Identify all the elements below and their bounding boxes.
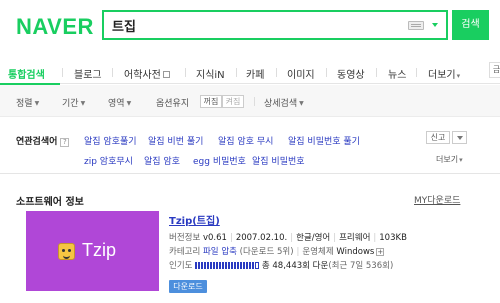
- tab-divider: [62, 68, 63, 77]
- os-label: 운영체제: [302, 247, 334, 257]
- popularity-bar-remainder: [255, 262, 260, 269]
- software-name-link[interactable]: Tzip(트집): [169, 212, 220, 227]
- related-link[interactable]: 알집 비밀번호 풀기: [288, 134, 360, 147]
- tab-kin[interactable]: 지식iN: [196, 66, 225, 81]
- detail-search-option[interactable]: 상세검색 ▼: [264, 96, 304, 109]
- related-more[interactable]: 더보기▾: [436, 154, 463, 165]
- related-searches: 연관검색어? 알집 암호풀기 알집 비번 풀기 알집 암호 무시 알집 비밀번호…: [0, 118, 500, 174]
- category-link[interactable]: 파일 압축: [203, 247, 237, 257]
- related-link[interactable]: 알집 비번 풀기: [148, 134, 203, 147]
- tab-more[interactable]: 더보기▾: [428, 66, 460, 81]
- keyboard-icon[interactable]: [408, 21, 424, 30]
- nav-side-button[interactable]: 금: [489, 62, 500, 78]
- tab-divider: [185, 68, 186, 77]
- release-date: 2007.02.10.: [235, 233, 288, 243]
- tab-divider: [112, 68, 113, 77]
- report-button[interactable]: 신고: [426, 131, 450, 144]
- total-downloads: 총 48,443회 다운: [261, 261, 329, 271]
- thumbnail-label: Tzip: [82, 240, 117, 260]
- tab-image[interactable]: 이미지: [287, 66, 315, 81]
- popularity-row: 인기도 총 48,443회 다운(최근 7일 536회): [169, 259, 393, 271]
- version-row: 버전정보 v0.61 | 2007.02.10. | 한글/영어 | 프리웨어 | 103KB: [169, 233, 407, 243]
- category-rank: (다운로드 5위): [239, 247, 294, 257]
- tab-divider: [276, 68, 277, 77]
- sort-option[interactable]: 정렬 ▼: [16, 96, 39, 109]
- chevron-down-icon: ▼: [126, 100, 132, 107]
- tab-video[interactable]: 동영상: [337, 66, 365, 81]
- recent-downloads: (최근 7일 536회): [328, 261, 394, 271]
- period-option[interactable]: 기간 ▼: [62, 96, 85, 109]
- option-keep-on-button[interactable]: 켜짐: [222, 95, 244, 108]
- chevron-down-icon: ▼: [299, 100, 304, 107]
- option-keep-label: 옵션유지: [156, 99, 190, 109]
- tab-dictionary[interactable]: 어학사전: [124, 66, 170, 81]
- popularity-bar: [195, 262, 256, 269]
- tab-news[interactable]: 뉴스: [388, 66, 406, 81]
- my-download-link[interactable]: MY다운로드: [414, 193, 460, 206]
- related-link[interactable]: 알집 비밀번호: [252, 154, 305, 167]
- section-title: 소프트웨어 정보: [16, 197, 84, 208]
- chevron-down-icon: ▾: [456, 72, 461, 80]
- tab-divider: [376, 68, 377, 77]
- tab-integrated[interactable]: 통합검색: [8, 66, 45, 81]
- chevron-down-icon: ▾: [459, 156, 463, 164]
- search-box[interactable]: [102, 10, 448, 40]
- area-label: 영역: [108, 99, 125, 109]
- expand-related-button[interactable]: [452, 131, 467, 144]
- related-link[interactable]: 알집 암호풀기: [84, 134, 137, 147]
- naver-logo[interactable]: NAVER: [16, 14, 94, 40]
- tab-dictionary-label: 어학사전: [124, 70, 161, 81]
- version-label: 버전정보: [169, 233, 201, 243]
- related-link[interactable]: egg 비밀번호: [193, 154, 246, 167]
- search-input[interactable]: [112, 16, 392, 34]
- software-thumbnail[interactable]: Tzip: [26, 211, 159, 291]
- period-label: 기간: [62, 99, 79, 109]
- related-searches-title: 연관검색어?: [16, 134, 70, 147]
- tab-divider: [236, 68, 237, 77]
- search-tabs: 통합검색 블로그 어학사전 지식iN 카페 이미지 동영상 뉴스 더보기▾ 금: [0, 60, 500, 85]
- help-icon[interactable]: ?: [60, 138, 70, 147]
- related-link[interactable]: 알집 암호 무시: [218, 134, 273, 147]
- category-row: 카테고리 파일 압축 (다운로드 5위) | 운영체제 Windows +: [169, 247, 385, 257]
- language-value: 한글/영어: [296, 233, 331, 243]
- version-value: v0.61: [202, 233, 227, 243]
- os-more-button[interactable]: +: [376, 248, 385, 256]
- related-link[interactable]: 알집 암호: [144, 154, 180, 167]
- tab-divider: [326, 68, 327, 77]
- tab-divider: [416, 68, 417, 77]
- search-button[interactable]: 검색: [452, 10, 489, 40]
- autocomplete-toggle-icon[interactable]: [432, 23, 438, 27]
- file-size: 103KB: [379, 233, 407, 243]
- header: NAVER 검색: [0, 0, 500, 50]
- dictionary-icon: [162, 71, 170, 78]
- tab-more-label: 더보기: [428, 70, 456, 81]
- os-value: Windows: [336, 247, 375, 257]
- tzip-app-icon: [58, 243, 75, 260]
- option-keep-off-button[interactable]: 꺼짐: [200, 95, 222, 108]
- chevron-down-icon: ▼: [34, 100, 40, 107]
- related-link[interactable]: zip 암호무시: [84, 154, 133, 167]
- chevron-down-icon: ▼: [80, 100, 86, 107]
- category-label: 카테고리: [169, 247, 201, 257]
- download-button[interactable]: 다운로드: [169, 280, 207, 293]
- related-title-text: 연관검색어: [16, 137, 58, 147]
- search-options-bar: 정렬 ▼ 기간 ▼ 영역 ▼ 옵션유지 꺼짐 켜짐 상세검색 ▼: [0, 85, 500, 117]
- tab-blog[interactable]: 블로그: [74, 66, 102, 81]
- tab-cafe[interactable]: 카페: [246, 66, 264, 81]
- option-divider: [254, 97, 255, 106]
- license-value: 프리웨어: [339, 233, 371, 243]
- sort-label: 정렬: [16, 99, 33, 109]
- related-more-label: 더보기: [436, 155, 459, 164]
- area-option[interactable]: 영역 ▼: [108, 96, 131, 109]
- popularity-label: 인기도: [169, 261, 193, 271]
- detail-search-label: 상세검색: [264, 99, 298, 109]
